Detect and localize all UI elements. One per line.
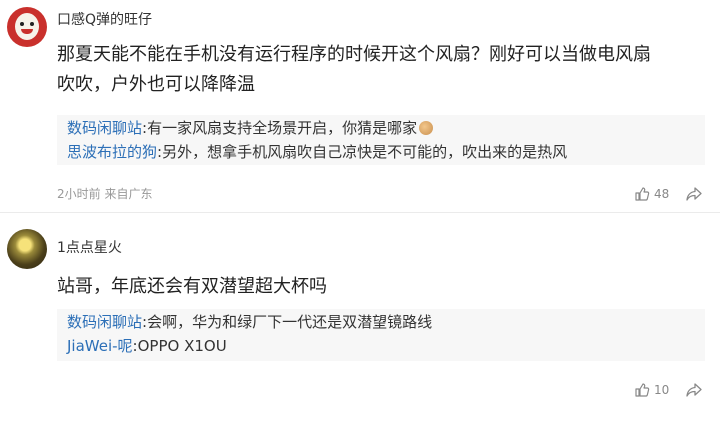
comment-username[interactable]: 1点点星火 (57, 237, 122, 257)
comment-text: 那夏天能不能在手机没有运行程序的时候开这个风扇？刚好可以当做电风扇 吹吹，户外也… (57, 40, 651, 100)
reply-item[interactable]: 数码闲聊站:有一家风扇支持全场景开启，你猜是哪家 (67, 117, 434, 139)
emoji-icon (419, 121, 434, 135)
reply-username[interactable]: JiaWei-呢 (67, 337, 133, 355)
thumbs-up-icon (635, 383, 650, 397)
reply-username[interactable]: 思波布拉的狗 (67, 143, 157, 161)
comment-item: 口感Q弹的旺仔 那夏天能不能在手机没有运行程序的时候开这个风扇？刚好可以当做电风… (0, 0, 720, 212)
reply-username[interactable]: 数码闲聊站 (67, 313, 142, 331)
reply-list[interactable]: 数码闲聊站:有一家风扇支持全场景开启，你猜是哪家 思波布拉的狗:另外，想拿手机风… (57, 115, 705, 165)
avatar[interactable] (7, 229, 47, 269)
share-icon[interactable] (685, 381, 703, 399)
like-button[interactable]: 10 (634, 381, 669, 399)
comment-meta: 2小时前 来自广东 (57, 187, 153, 201)
reply-item[interactable]: 思波布拉的狗:另外，想拿手机风扇吹自己凉快是不可能的，吹出来的是热风 (67, 141, 567, 163)
reply-item[interactable]: JiaWei-呢:OPPO X1OU (67, 335, 227, 357)
reply-username[interactable]: 数码闲聊站 (67, 119, 142, 137)
comment-item: 1点点星火 站哥，年底还会有双潜望超大杯吗 数码闲聊站:会啊，华为和绿厂下一代还… (0, 213, 720, 422)
reply-text: :会啊，华为和绿厂下一代还是双潜望镜路线 (142, 313, 433, 331)
reply-item[interactable]: 数码闲聊站:会啊，华为和绿厂下一代还是双潜望镜路线 (67, 311, 432, 333)
reply-list[interactable]: 数码闲聊站:会啊，华为和绿厂下一代还是双潜望镜路线 JiaWei-呢:OPPO … (57, 309, 705, 361)
like-button[interactable]: 48 (634, 185, 669, 203)
share-icon[interactable] (685, 185, 703, 203)
comment-text-line: 吹吹，户外也可以降降温 (57, 74, 255, 95)
thumbs-up-icon (635, 187, 650, 201)
comment-text-line: 那夏天能不能在手机没有运行程序的时候开这个风扇？刚好可以当做电风扇 (57, 44, 651, 65)
like-count: 10 (654, 383, 670, 397)
like-count: 48 (654, 187, 670, 201)
avatar[interactable] (7, 7, 47, 47)
reply-text: :OPPO X1OU (132, 337, 227, 355)
comment-text: 站哥，年底还会有双潜望超大杯吗 (57, 272, 327, 302)
comment-username[interactable]: 口感Q弹的旺仔 (57, 9, 152, 29)
cartoon-face-icon (15, 13, 39, 40)
comment-text-line: 站哥，年底还会有双潜望超大杯吗 (57, 276, 327, 297)
reply-text: :另外，想拿手机风扇吹自己凉快是不可能的，吹出来的是热风 (157, 143, 568, 161)
reply-text: :有一家风扇支持全场景开启，你猜是哪家 (142, 119, 418, 137)
